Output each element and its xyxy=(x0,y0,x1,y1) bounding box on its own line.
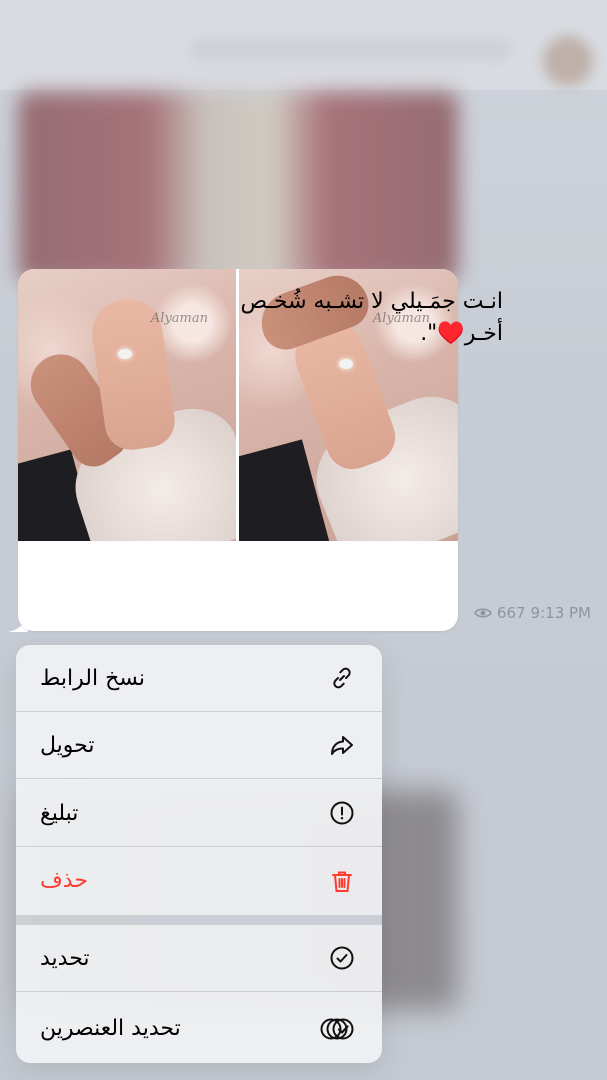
forward-icon xyxy=(328,731,356,759)
menu-item-select-both[interactable]: تحديد العنصرين xyxy=(16,995,382,1062)
menu-item-label: نسخ الرابط xyxy=(40,665,146,691)
menu-item-report[interactable]: تبليغ xyxy=(16,780,382,847)
menu-item-label: تحديد xyxy=(40,945,90,971)
menu-item-label: تبليغ xyxy=(40,800,79,826)
menu-item-label: حذف xyxy=(40,868,88,893)
menu-item-label: تحويل xyxy=(40,732,95,758)
menu-item-label: تحديد العنصرين xyxy=(40,1016,181,1041)
menu-item-forward[interactable]: تحويل xyxy=(16,712,382,779)
view-count: 667 xyxy=(496,604,526,622)
report-icon xyxy=(328,799,356,827)
select-all-icon xyxy=(320,1015,356,1043)
menu-item-delete[interactable]: حذف xyxy=(16,847,382,914)
message-time: 9:13 PM xyxy=(530,604,591,622)
menu-item-copy-link[interactable]: نسخ الرابط xyxy=(16,645,382,712)
eye-icon xyxy=(473,608,492,618)
message-meta: 667 9:13 PM xyxy=(473,604,591,622)
message-text: انـت جمَـيلي لا تشـبه شُخـص أخـر♥️". xyxy=(240,289,504,346)
trash-icon xyxy=(328,867,356,895)
link-icon xyxy=(328,664,356,692)
menu-separator xyxy=(16,915,382,925)
checkmark-circle-icon xyxy=(328,944,356,972)
menu-item-select[interactable]: تحديد xyxy=(16,925,382,992)
context-menu: نسخ الرابط تحويل تبليغ حذف تحديد تحديد ا… xyxy=(16,645,382,1063)
